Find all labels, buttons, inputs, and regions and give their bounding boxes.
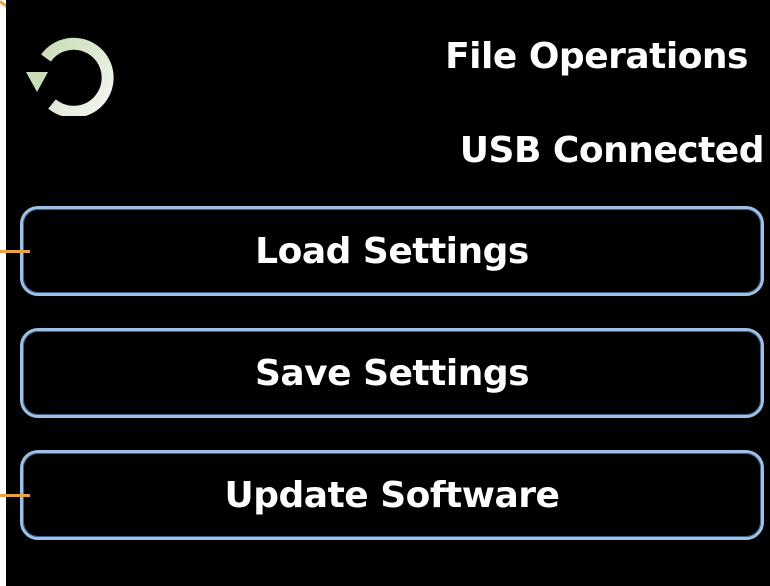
- save-settings-button[interactable]: Save Settings: [20, 328, 764, 418]
- device-screen-stage: File Operations USB Connected Load Setti…: [0, 0, 770, 586]
- load-settings-button[interactable]: Load Settings: [20, 206, 764, 296]
- update-software-label: Update Software: [224, 474, 560, 516]
- refresh-back-icon: [26, 37, 114, 116]
- callout-line-update: [0, 494, 30, 497]
- callout-line-load: [0, 250, 30, 253]
- usb-status-label: USB Connected: [459, 130, 765, 171]
- page-title: File Operations: [445, 36, 748, 77]
- save-settings-label: Save Settings: [254, 352, 530, 394]
- back-button[interactable]: [22, 28, 122, 116]
- update-software-button[interactable]: Update Software: [20, 450, 764, 540]
- load-settings-label: Load Settings: [255, 230, 529, 272]
